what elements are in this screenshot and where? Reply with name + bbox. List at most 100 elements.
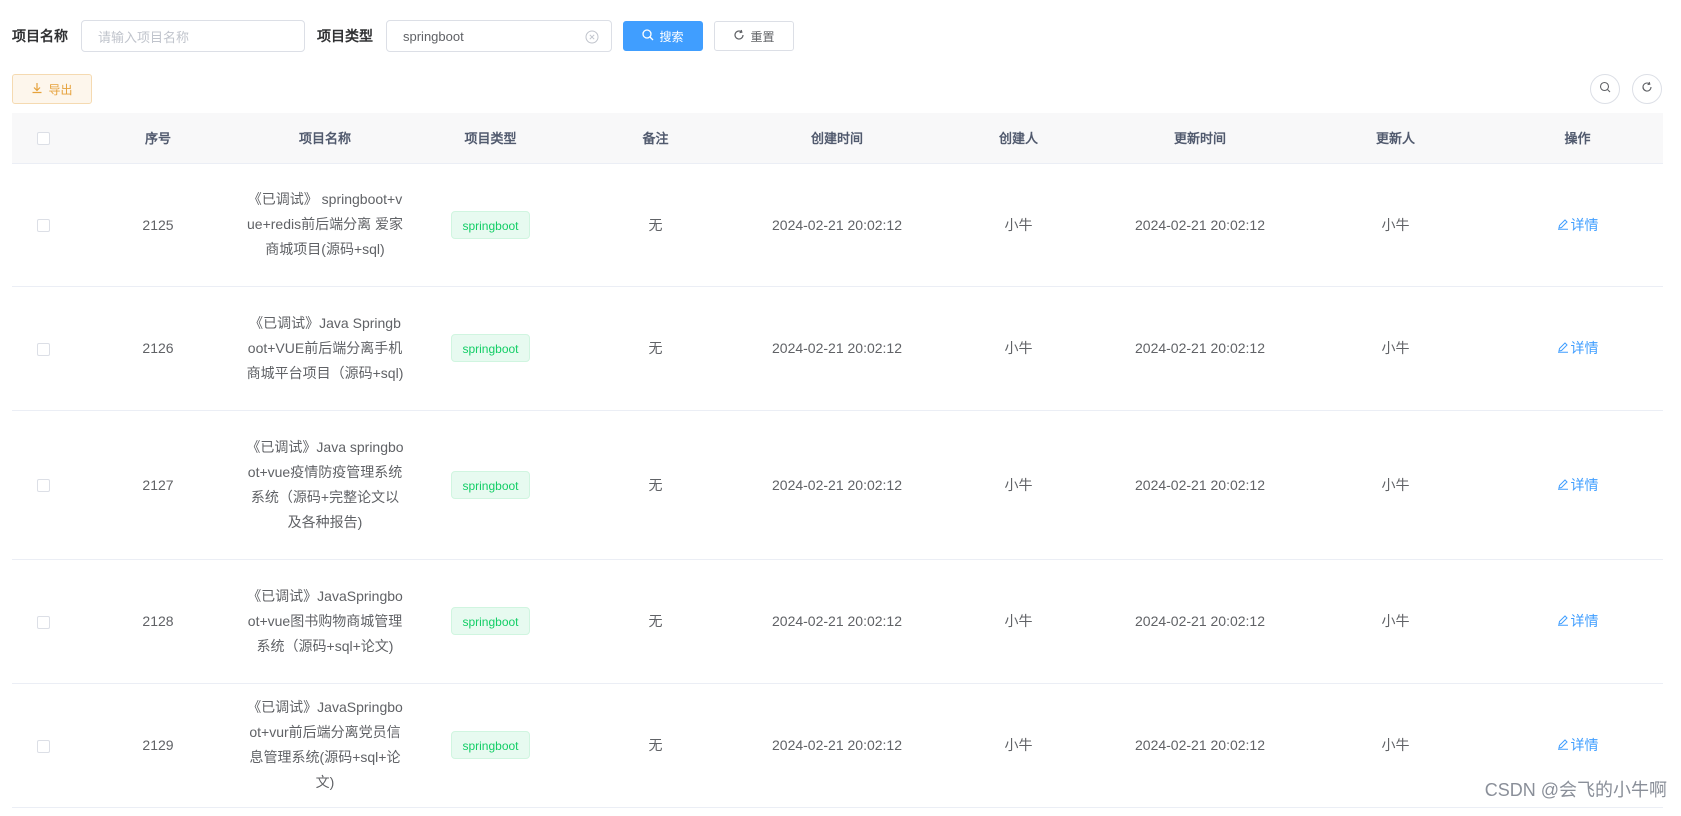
select-all-checkbox[interactable]	[36, 132, 50, 146]
search-button-label: 搜索	[659, 29, 684, 44]
toggle-search-button[interactable]	[1590, 74, 1620, 104]
type-tag: springboot	[451, 334, 530, 362]
row-name: 《已调试》JavaSpringboot+vur前后端分离党员信息管理系统(源码+…	[247, 699, 403, 790]
row-creator: 小牛	[936, 163, 1101, 287]
edit-icon	[1557, 613, 1569, 629]
header-actions: 操作	[1492, 113, 1663, 164]
row-created-at: 2024-02-21 20:02:12	[738, 286, 936, 411]
detail-link-label: 详情	[1570, 613, 1599, 629]
row-remark: 无	[573, 286, 738, 411]
row-remark: 无	[573, 163, 738, 287]
project-name-input[interactable]: 请输入项目名称	[81, 20, 305, 52]
project-type-label: 项目类型	[317, 28, 373, 44]
table-row: 2125 《已调试》 springboot+vue+redis前后端分离 爱家商…	[12, 163, 1663, 287]
row-updater: 小牛	[1299, 683, 1492, 808]
row-updated-at: 2024-02-21 20:02:12	[1101, 410, 1299, 560]
project-type-input[interactable]: springboot	[386, 20, 612, 52]
header-remark: 备注	[573, 113, 738, 164]
row-updated-at: 2024-02-21 20:02:12	[1101, 559, 1299, 684]
row-updater: 小牛	[1299, 163, 1492, 287]
header-type: 项目类型	[408, 113, 573, 164]
search-button[interactable]: 搜索	[623, 21, 703, 51]
row-name: 《已调试》Java Springboot+VUE前后端分离手机商城平台项目（源码…	[246, 314, 404, 381]
row-name: 《已调试》 springboot+vue+redis前后端分离 爱家商城项目(源…	[247, 191, 403, 257]
download-icon	[31, 82, 43, 97]
refresh-icon	[1641, 80, 1653, 98]
row-checkbox[interactable]	[36, 615, 50, 629]
row-checkbox[interactable]	[36, 342, 50, 356]
row-remark: 无	[573, 559, 738, 684]
table-row: 2126 《已调试》Java Springboot+VUE前后端分离手机商城平台…	[12, 286, 1663, 411]
detail-link[interactable]: 详情	[1557, 215, 1599, 235]
project-type-value: springboot	[403, 28, 464, 44]
project-name-label: 项目名称	[12, 28, 68, 44]
row-name: 《已调试》Java springboot+vue疫情防疫管理系统系统（源码+完整…	[246, 438, 404, 530]
row-created-at: 2024-02-21 20:02:12	[738, 410, 936, 560]
header-updated-at: 更新时间	[1101, 113, 1299, 164]
search-icon	[642, 28, 654, 44]
refresh-button[interactable]	[1632, 74, 1662, 104]
row-name: 《已调试》JavaSpringboot+vue图书购物商城管理系统（源码+sql…	[247, 587, 403, 654]
row-creator: 小牛	[936, 683, 1101, 808]
row-creator: 小牛	[936, 410, 1101, 560]
row-index: 2129	[74, 683, 242, 808]
row-remark: 无	[573, 410, 738, 560]
project-name-placeholder: 请输入项目名称	[98, 29, 190, 45]
row-updated-at: 2024-02-21 20:02:12	[1101, 286, 1299, 411]
detail-link-label: 详情	[1570, 216, 1599, 233]
header-creator: 创建人	[936, 113, 1101, 164]
row-creator: 小牛	[936, 286, 1101, 411]
row-checkbox[interactable]	[36, 479, 50, 493]
row-creator: 小牛	[936, 559, 1101, 684]
reset-button[interactable]: 重置	[714, 21, 794, 51]
row-updater: 小牛	[1299, 559, 1492, 684]
row-index: 2126	[74, 286, 242, 411]
header-name: 项目名称	[242, 113, 408, 164]
edit-icon	[1557, 340, 1569, 356]
detail-link-label: 详情	[1570, 737, 1599, 753]
edit-icon	[1557, 217, 1569, 233]
detail-link[interactable]: 详情	[1557, 338, 1599, 358]
detail-link-label: 详情	[1570, 340, 1599, 356]
clear-icon[interactable]	[585, 30, 599, 47]
row-index: 2125	[74, 163, 242, 287]
project-table: 序号 项目名称 项目类型 备注 创建时间 创建人 更新时间 更新人 操作 212…	[12, 113, 1663, 808]
search-icon	[1599, 80, 1611, 98]
export-button-label: 导出	[48, 82, 73, 97]
row-created-at: 2024-02-21 20:02:12	[738, 163, 936, 287]
refresh-icon	[733, 29, 745, 44]
select-all-cell	[12, 113, 74, 164]
header-index: 序号	[74, 113, 242, 164]
type-tag: springboot	[451, 470, 530, 499]
row-checkbox[interactable]	[36, 739, 50, 753]
type-tag: springboot	[451, 731, 530, 759]
search-form: 项目名称 请输入项目名称 项目类型 springboot 搜索 重置	[12, 19, 794, 53]
detail-link[interactable]: 详情	[1557, 475, 1599, 495]
row-checkbox[interactable]	[36, 219, 50, 233]
row-updater: 小牛	[1299, 410, 1492, 560]
detail-link[interactable]: 详情	[1557, 611, 1599, 631]
row-updater: 小牛	[1299, 286, 1492, 411]
row-updated-at: 2024-02-21 20:02:12	[1101, 683, 1299, 808]
row-created-at: 2024-02-21 20:02:12	[738, 559, 936, 684]
table-row: 2129 《已调试》JavaSpringboot+vur前后端分离党员信息管理系…	[12, 683, 1663, 808]
header-updater: 更新人	[1299, 113, 1492, 164]
row-remark: 无	[573, 683, 738, 808]
export-button[interactable]: 导出	[12, 74, 92, 104]
table-row: 2127 《已调试》Java springboot+vue疫情防疫管理系统系统（…	[12, 410, 1663, 560]
detail-link-label: 详情	[1570, 476, 1599, 493]
table-header: 序号 项目名称 项目类型 备注 创建时间 创建人 更新时间 更新人 操作	[12, 113, 1663, 164]
row-updated-at: 2024-02-21 20:02:12	[1101, 163, 1299, 287]
reset-button-label: 重置	[750, 29, 775, 44]
edit-icon	[1557, 737, 1569, 753]
watermark: CSDN @会飞的小牛啊	[1484, 780, 1667, 800]
table-row: 2128 《已调试》JavaSpringboot+vue图书购物商城管理系统（源…	[12, 559, 1663, 684]
type-tag: springboot	[451, 210, 530, 239]
row-index: 2127	[74, 410, 242, 560]
detail-link[interactable]: 详情	[1557, 735, 1599, 755]
row-index: 2128	[74, 559, 242, 684]
type-tag: springboot	[451, 607, 530, 635]
edit-icon	[1557, 477, 1569, 493]
row-created-at: 2024-02-21 20:02:12	[738, 683, 936, 808]
header-created-at: 创建时间	[738, 113, 936, 164]
